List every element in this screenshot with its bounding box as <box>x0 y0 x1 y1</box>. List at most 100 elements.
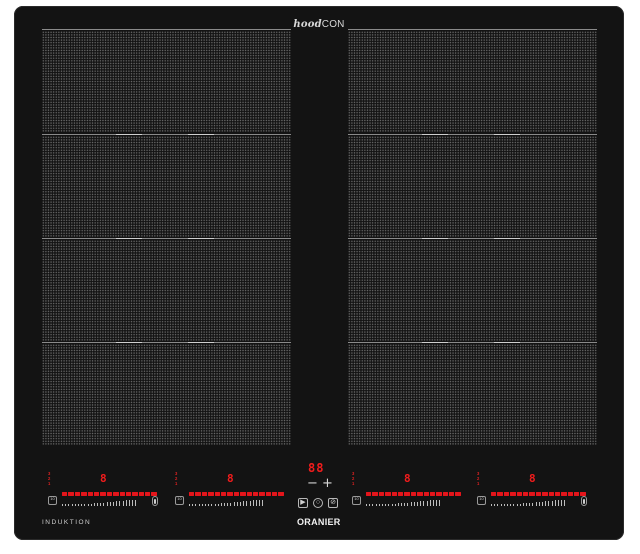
slider-tick <box>410 502 412 506</box>
zone-marker <box>116 238 142 239</box>
power-bar-segment <box>278 492 284 496</box>
slider-tick <box>432 500 434 506</box>
lock-icon[interactable]: ⊘ <box>328 498 338 508</box>
power-bar-segment <box>246 492 252 496</box>
power-bar-segment <box>542 492 548 496</box>
power-bar-segment <box>567 492 574 496</box>
power-slider-ticks[interactable] <box>366 500 441 506</box>
zone-right-4 <box>348 342 597 445</box>
power-bar-segment <box>516 492 522 496</box>
slider-tick <box>366 504 367 506</box>
power-bar-segment <box>548 492 554 496</box>
slider-tick <box>372 504 374 506</box>
slider-tick <box>500 504 502 506</box>
power-bar-segment <box>417 492 423 496</box>
power-bar-segment <box>404 492 410 496</box>
slider-tick <box>100 502 102 506</box>
power-bar-segment <box>503 492 510 496</box>
slider-tick <box>397 503 399 506</box>
power-bar-segment <box>429 492 436 496</box>
slider-tick <box>68 504 70 506</box>
zone-marker <box>422 134 448 135</box>
boost-button[interactable]: 10 <box>48 496 57 505</box>
power-bar-segment <box>240 492 246 496</box>
power-bar-segment <box>391 492 397 496</box>
zone-left-3 <box>42 238 291 341</box>
power-slider-bar[interactable] <box>62 492 157 496</box>
power-bar-segment <box>214 492 220 496</box>
slider-tick <box>394 503 396 506</box>
power-slider-bar[interactable] <box>366 492 461 496</box>
power-bar-segment <box>195 492 201 496</box>
boost-button[interactable]: 10 <box>477 496 486 505</box>
power-bar-segment <box>366 492 372 496</box>
slider-tick <box>227 502 229 506</box>
level-1: 1 <box>175 481 178 486</box>
power-bar-segment <box>189 492 195 496</box>
power-bar-segment <box>233 492 240 496</box>
slider-tick <box>132 500 134 506</box>
power-slider-ticks[interactable] <box>491 500 566 506</box>
slider-tick <box>81 504 83 506</box>
power-bar-segment <box>62 492 68 496</box>
slider-tick <box>195 504 197 506</box>
power-bar-segment <box>522 492 529 496</box>
zone-marker <box>494 238 520 239</box>
power-bar-segment <box>125 492 132 496</box>
power-level-display: 8 <box>404 472 411 485</box>
slider-tick <box>230 502 232 506</box>
oranier-logo: ORANIER <box>297 517 341 527</box>
power-bar-segment <box>113 492 119 496</box>
slider-tick <box>378 504 380 506</box>
timer-display: 88 <box>308 461 325 475</box>
slider-tick <box>413 501 415 506</box>
slider-tick <box>385 504 387 506</box>
slider-tick <box>198 504 200 506</box>
slider-tick <box>381 504 383 506</box>
power-icon[interactable]: ○ <box>313 498 323 508</box>
slider-tick <box>401 503 403 506</box>
power-bar-segment <box>93 492 100 496</box>
slider-tick <box>522 503 524 506</box>
minus-button[interactable]: − <box>307 477 318 490</box>
slider-tick <box>208 504 210 506</box>
slider-tick <box>106 502 108 506</box>
slider-tick <box>109 501 111 506</box>
power-bar-segment <box>397 492 404 496</box>
slider-tick <box>97 503 99 506</box>
slider-tick <box>90 503 92 506</box>
boost-button[interactable]: 10 <box>175 496 184 505</box>
power-slider-ticks[interactable] <box>62 500 137 506</box>
slider-tick <box>113 501 114 506</box>
power-bar-segment <box>252 492 259 496</box>
thermometer-icon[interactable] <box>581 496 587 506</box>
slider-tick <box>513 504 515 506</box>
slider-tick <box>201 504 203 506</box>
power-slider-bar[interactable] <box>189 492 284 496</box>
power-bar-segment <box>535 492 542 496</box>
power-bar-segment <box>372 492 378 496</box>
slider-tick <box>497 504 499 506</box>
power-bar-segment <box>81 492 87 496</box>
plus-button[interactable]: + <box>322 477 333 490</box>
thermometer-icon[interactable] <box>152 496 158 506</box>
play-icon[interactable]: ▶ <box>298 498 308 508</box>
slider-tick <box>204 504 206 506</box>
slider-tick <box>506 504 508 506</box>
power-slider-ticks[interactable] <box>189 500 264 506</box>
zone-marker <box>494 342 520 343</box>
zone-right-1 <box>348 29 597 132</box>
power-bar-segment <box>574 492 580 496</box>
control-zone-1: 3 2 1 10 8 <box>48 470 168 510</box>
power-slider-bar[interactable] <box>491 492 586 496</box>
slider-tick <box>135 500 137 506</box>
slider-tick <box>529 502 531 506</box>
power-bar-segment <box>68 492 74 496</box>
power-bar-segment <box>145 492 151 496</box>
slider-tick <box>189 504 190 506</box>
power-bar-segment <box>220 492 227 496</box>
level-indicators: 3 2 1 <box>175 471 183 486</box>
slider-tick <box>262 500 264 506</box>
power-bar-segment <box>100 492 106 496</box>
boost-button[interactable]: 10 <box>352 496 361 505</box>
